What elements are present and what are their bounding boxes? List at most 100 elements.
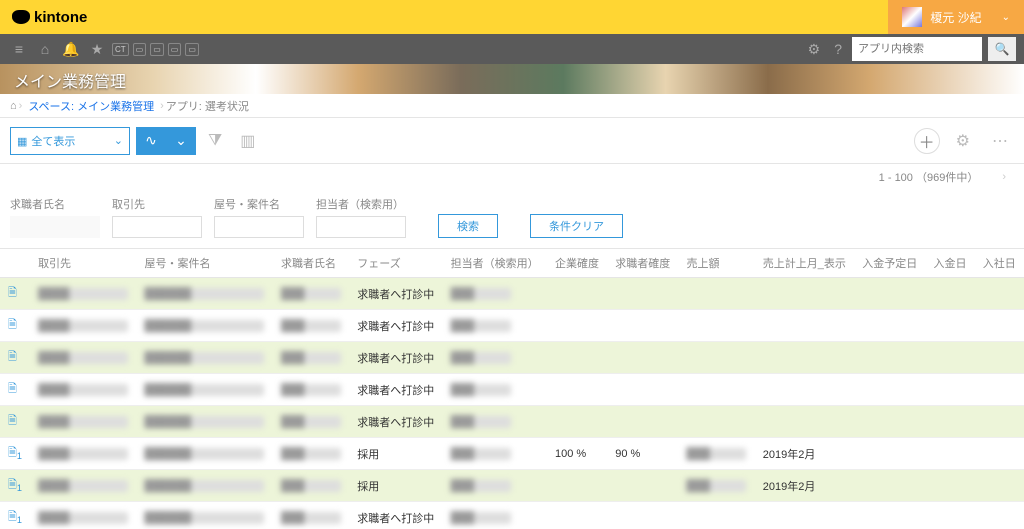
filter-label-owner: 担当者（検索用）: [316, 196, 406, 212]
pager-next-icon[interactable]: ›: [1002, 171, 1006, 183]
chart-bar-icon[interactable]: ▥: [234, 131, 261, 151]
star-icon[interactable]: ★: [86, 38, 108, 60]
avatar: [902, 7, 922, 27]
chevron-down-icon[interactable]: ⌄: [166, 127, 196, 155]
table-row[interactable]: 🗎█████████████求職者へ打診中███: [0, 278, 1024, 310]
view-selector[interactable]: ▦全て表示 ⌄: [10, 127, 130, 155]
col-header[interactable]: 屋号・案件名: [136, 249, 273, 278]
cell-phase: 採用: [357, 481, 379, 493]
logo-icon: [12, 10, 30, 24]
record-icon[interactable]: 🗎: [8, 319, 17, 331]
chevron-down-icon: ⌄: [1002, 12, 1010, 23]
nav-badge-3[interactable]: ▭: [150, 43, 164, 56]
cell-phase: 求職者へ打診中: [357, 289, 434, 301]
col-header[interactable]: 企業確度: [547, 249, 607, 278]
bell-icon[interactable]: 🔔: [60, 38, 82, 60]
cell-owner: ███: [451, 480, 511, 492]
col-header[interactable]: フェーズ: [349, 249, 442, 278]
table-row[interactable]: 🗎1█████████████採用███100 %90 %███2019年2月: [0, 438, 1024, 470]
logo-text: kintone: [34, 9, 87, 26]
cell-name: ███: [281, 480, 341, 492]
filter-label-project: 屋号・案件名: [214, 196, 304, 212]
col-header[interactable]: 入社日: [975, 249, 1024, 278]
graph-line-icon[interactable]: ∿: [136, 127, 166, 155]
search-button[interactable]: 🔍: [988, 37, 1016, 61]
col-header[interactable]: 売上額: [678, 249, 754, 278]
menu-icon[interactable]: ≡: [8, 38, 30, 60]
more-icon[interactable]: ⋯: [986, 131, 1014, 151]
record-icon[interactable]: 🗎: [8, 287, 17, 299]
table-row[interactable]: 🗎█████████████求職者へ打診中███: [0, 374, 1024, 406]
cell-owner: ███: [451, 448, 511, 460]
filter-clear-button[interactable]: 条件クリア: [530, 214, 623, 238]
col-header[interactable]: 入金予定日: [854, 249, 925, 278]
cell-phase: 求職者へ打診中: [357, 513, 434, 525]
help-icon[interactable]: ?: [830, 41, 846, 57]
cell-owner: ███: [451, 512, 511, 524]
record-icon[interactable]: 🗎1: [8, 447, 22, 459]
cell-owner: ███: [451, 384, 511, 396]
table-row[interactable]: 🗎█████████████求職者へ打診中███: [0, 310, 1024, 342]
user-menu[interactable]: 榎元 沙紀 ⌄: [888, 0, 1024, 34]
cell-client: ████: [38, 288, 128, 300]
table-row[interactable]: 🗎1█████████████求職者へ打診中███: [0, 502, 1024, 529]
cell-client: ████: [38, 384, 128, 396]
record-icon[interactable]: 🗎: [8, 383, 17, 395]
cell-project: ██████: [144, 288, 264, 300]
nav-badge-4[interactable]: ▭: [168, 43, 182, 56]
col-header[interactable]: 売上計上月_表示: [755, 249, 855, 278]
home-icon[interactable]: ⌂: [34, 38, 56, 60]
cell-name: ███: [281, 320, 341, 332]
table-row[interactable]: 🗎1█████████████採用██████2019年2月: [0, 470, 1024, 502]
record-icon[interactable]: 🗎1: [8, 479, 22, 491]
table-row[interactable]: 🗎█████████████求職者へ打診中███: [0, 406, 1024, 438]
nav-badge-5[interactable]: ▭: [185, 43, 199, 56]
search-input[interactable]: [858, 43, 976, 55]
col-header[interactable]: 求職者確度: [607, 249, 678, 278]
col-header[interactable]: 求職者氏名: [273, 249, 349, 278]
col-header[interactable]: 取引先: [30, 249, 136, 278]
cell-project: ██████: [144, 480, 264, 492]
user-name: 榎元 沙紀: [930, 9, 981, 26]
cell-month: 2019年2月: [763, 481, 816, 493]
cell-client: ████: [38, 416, 128, 428]
gear-icon[interactable]: ⚙: [950, 131, 976, 151]
cell-corp: 100 %: [555, 448, 586, 460]
record-icon[interactable]: 🗎: [8, 351, 17, 363]
cell-cand: 90 %: [615, 448, 640, 460]
cell-amount: ███: [686, 448, 746, 460]
cell-project: ██████: [144, 320, 264, 332]
breadcrumb: ⌂ › スペース: メイン業務管理 › アプリ: 選考状況: [0, 94, 1024, 118]
col-header[interactable]: 入金日: [926, 249, 975, 278]
col-header[interactable]: 担当者（検索用）: [443, 249, 547, 278]
cell-name: ███: [281, 448, 341, 460]
cell-owner: ███: [451, 320, 511, 332]
record-icon[interactable]: 🗎1: [8, 511, 22, 523]
nav-badge-ct[interactable]: CT: [112, 43, 129, 56]
col-header[interactable]: [0, 249, 30, 278]
cell-project: ██████: [144, 512, 264, 524]
view-label: 全て表示: [31, 136, 75, 148]
cell-project: ██████: [144, 352, 264, 364]
cell-client: ████: [38, 512, 128, 524]
filter-input-owner[interactable]: [316, 216, 406, 238]
gear-icon[interactable]: ⚙: [804, 41, 825, 58]
app-search[interactable]: [852, 37, 982, 61]
add-record-button[interactable]: ＋: [914, 128, 940, 154]
breadcrumb-space[interactable]: スペース: メイン業務管理: [28, 98, 154, 114]
cell-phase: 求職者へ打診中: [357, 417, 434, 429]
record-icon[interactable]: 🗎: [8, 415, 17, 427]
filter-input-client[interactable]: [112, 216, 202, 238]
page-title: メイン業務管理: [14, 68, 126, 92]
filter-search-button[interactable]: 検索: [438, 214, 498, 238]
filter-icon[interactable]: ⧩: [202, 132, 228, 150]
filter-input-name[interactable]: [10, 216, 100, 238]
cell-owner: ███: [451, 352, 511, 364]
table-row[interactable]: 🗎█████████████求職者へ打診中███: [0, 342, 1024, 374]
nav-badge-2[interactable]: ▭: [133, 43, 147, 56]
filter-input-project[interactable]: [214, 216, 304, 238]
cell-name: ███: [281, 416, 341, 428]
pager: 1 - 100 （969件中） ›: [0, 164, 1024, 190]
home-crumb-icon[interactable]: ⌂: [10, 100, 17, 112]
cell-client: ████: [38, 352, 128, 364]
